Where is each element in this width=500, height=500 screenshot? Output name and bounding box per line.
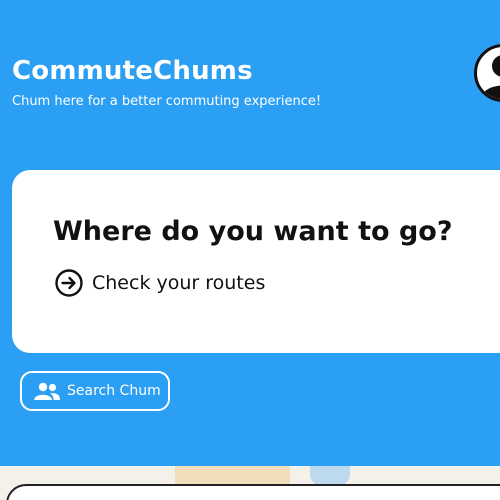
user-avatar-icon xyxy=(481,55,500,99)
check-routes-link[interactable]: Check your routes xyxy=(54,268,265,298)
app-title: CommuteChums xyxy=(12,56,253,86)
group-icon xyxy=(34,382,60,400)
profile-avatar[interactable] xyxy=(474,44,500,102)
map-water xyxy=(310,466,350,486)
app-subtitle: Chum here for a better commuting experie… xyxy=(12,94,322,109)
arrow-right-circle-icon xyxy=(55,269,83,297)
destination-card: Where do you want to go? Check your rout… xyxy=(12,170,500,353)
app-screen: CommuteChums Chum here for a better comm… xyxy=(0,0,500,500)
bottom-sheet[interactable] xyxy=(6,484,500,500)
destination-question: Where do you want to go? xyxy=(53,216,453,247)
search-chum-label: Search Chum xyxy=(67,383,161,399)
search-chum-button[interactable]: Search Chum xyxy=(20,371,170,411)
check-routes-label: Check your routes xyxy=(92,272,266,294)
